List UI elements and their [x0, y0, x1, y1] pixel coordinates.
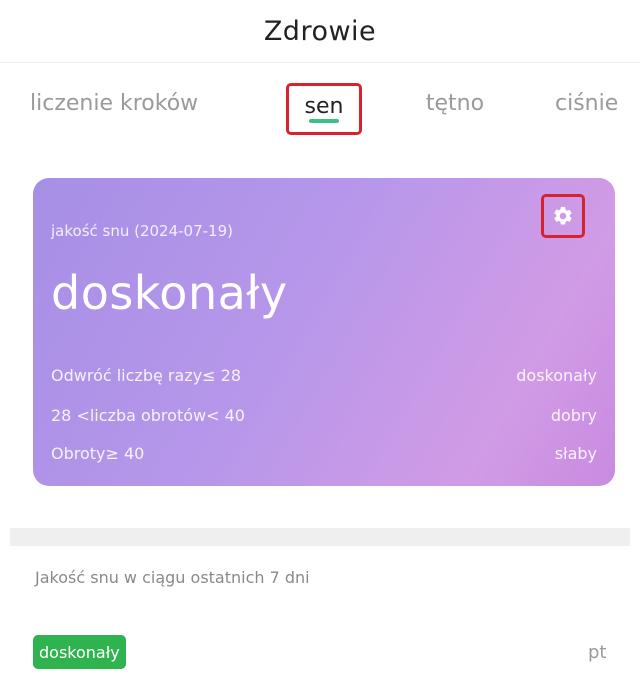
legend-result: słaby: [554, 444, 597, 463]
legend-result: doskonały: [516, 366, 597, 385]
active-tab-indicator: [309, 119, 339, 123]
settings-button[interactable]: [541, 194, 585, 238]
tab-step-counting[interactable]: liczenie kroków: [30, 83, 240, 135]
tab-bar: liczenie kroków sen tętno ciśnie: [0, 63, 640, 149]
page-title: Zdrowie: [263, 15, 377, 47]
top-bar: Zdrowie: [0, 0, 640, 63]
legend-row-good: 28 <liczba obrotów< 40 dobry: [51, 406, 597, 425]
tab-label: liczenie kroków: [30, 91, 199, 116]
gear-icon: [554, 206, 572, 225]
legend-row-excellent: Odwróć liczbę razy≤ 28 doskonały: [51, 366, 597, 385]
history-section-title: Jakość snu w ciągu ostatnich 7 dni: [35, 568, 310, 587]
sleep-rating: doskonały: [51, 266, 288, 320]
tab-sleep[interactable]: sen: [286, 83, 362, 135]
sleep-quality-card: jakość snu (2024-07-19) doskonały Odwróć…: [33, 178, 615, 486]
section-divider: [10, 528, 630, 546]
sleep-quality-badge[interactable]: doskonały: [33, 635, 126, 669]
legend-row-poor: Obroty≥ 40 słaby: [51, 444, 597, 463]
legend-condition: Obroty≥ 40: [51, 444, 145, 463]
legend-result: dobry: [550, 406, 597, 425]
legend-condition: 28 <liczba obrotów< 40: [51, 406, 245, 425]
sleep-quality-date: jakość snu (2024-07-19): [51, 222, 233, 240]
tab-heart-rate[interactable]: tętno: [415, 83, 495, 135]
tab-label: tętno: [425, 91, 485, 116]
tab-label: ciśnie: [555, 91, 619, 116]
legend-condition: Odwróć liczbę razy≤ 28: [51, 366, 242, 385]
tab-blood-pressure[interactable]: ciśnie: [555, 83, 640, 135]
tab-label: sen: [304, 94, 344, 119]
app-screen: Zdrowie liczenie kroków sen tętno ciśnie…: [0, 0, 640, 692]
day-label: pt: [588, 642, 607, 663]
